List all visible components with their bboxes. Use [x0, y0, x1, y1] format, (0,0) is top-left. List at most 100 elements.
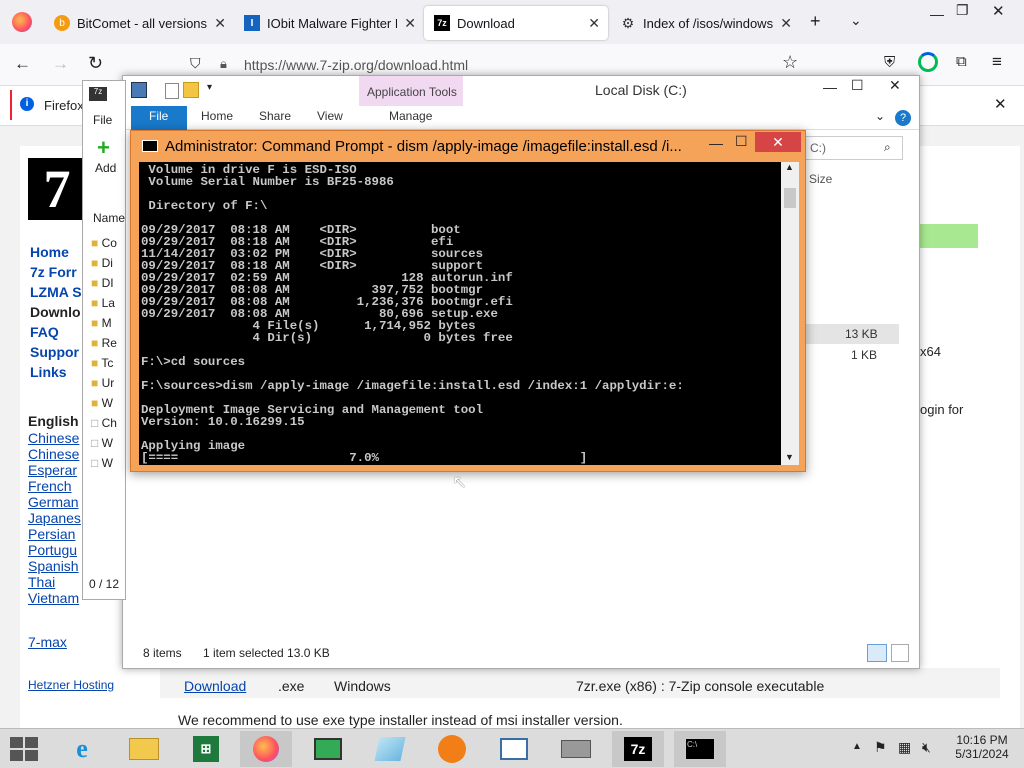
- list-item[interactable]: ■ Co: [91, 233, 125, 253]
- lang-link[interactable]: Chinese: [28, 446, 79, 462]
- back-icon[interactable]: ←: [14, 54, 31, 74]
- close-icon[interactable]: ✕: [780, 15, 792, 32]
- column-name[interactable]: Name: [93, 211, 125, 225]
- file-menu[interactable]: File: [93, 113, 112, 127]
- maximize-icon[interactable]: ☐: [851, 77, 864, 94]
- download-link[interactable]: Download: [184, 678, 246, 694]
- tab-share[interactable]: Share: [259, 109, 291, 123]
- task-manager-icon[interactable]: [302, 731, 354, 767]
- chevron-down-icon[interactable]: ⌄: [875, 109, 885, 123]
- tab-home[interactable]: Home: [201, 109, 233, 123]
- forward-icon[interactable]: →: [52, 54, 69, 74]
- scroll-thumb[interactable]: [784, 188, 796, 208]
- add-icon[interactable]: +: [97, 135, 110, 161]
- close-icon[interactable]: ✕: [214, 15, 226, 32]
- chevron-down-icon[interactable]: ▾: [207, 82, 212, 93]
- cmd-console[interactable]: Volume in drive F is ESD-ISO Volume Seri…: [139, 162, 781, 465]
- bookmark-star-icon[interactable]: ☆: [782, 52, 798, 73]
- new-folder-icon[interactable]: [183, 82, 199, 98]
- tab-view[interactable]: View: [317, 109, 343, 123]
- close-icon[interactable]: ✕: [889, 77, 901, 94]
- list-item[interactable]: □ Ch: [91, 413, 125, 433]
- start-button[interactable]: [10, 737, 38, 761]
- excel-icon[interactable]: ⊞: [180, 731, 232, 767]
- maximize-icon[interactable]: ☐: [735, 133, 748, 150]
- list-item[interactable]: ■ Ur: [91, 373, 125, 393]
- close-icon[interactable]: ✕: [588, 15, 600, 32]
- close-window-icon[interactable]: ✕: [992, 2, 1005, 20]
- menu-icon[interactable]: ≡: [992, 52, 1002, 72]
- close-notice-icon[interactable]: ✕: [994, 95, 1007, 113]
- minimize-icon[interactable]: —: [709, 135, 723, 151]
- minimize-icon[interactable]: —: [930, 6, 944, 22]
- extensions-puzzle-icon[interactable]: ⧉: [956, 53, 967, 70]
- column-size[interactable]: Size: [809, 172, 832, 186]
- reload-icon[interactable]: ↻: [88, 53, 103, 74]
- search-input[interactable]: C:) ⌕: [803, 136, 903, 160]
- 7zip-taskbar-icon[interactable]: 7z: [612, 731, 664, 767]
- lang-link[interactable]: Vietnam: [28, 590, 79, 606]
- shield-icon[interactable]: ⛉: [190, 55, 201, 72]
- network-icon[interactable]: ▦: [898, 739, 911, 756]
- close-icon[interactable]: ✕: [404, 15, 416, 32]
- lang-link[interactable]: French: [28, 478, 72, 494]
- lang-link[interactable]: Portugu: [28, 542, 77, 558]
- nav-home[interactable]: Home: [30, 244, 69, 260]
- lang-link[interactable]: Chinese: [28, 430, 79, 446]
- app-window-icon[interactable]: [488, 731, 540, 767]
- lang-link[interactable]: Thai: [28, 574, 55, 590]
- scroll-up-icon[interactable]: ▲: [785, 162, 794, 172]
- tab-manage[interactable]: Manage: [389, 109, 432, 123]
- clock[interactable]: 10:16 PM 5/31/2024: [950, 733, 1014, 761]
- link-hosting[interactable]: Hetzner Hosting: [28, 678, 114, 692]
- details-view-icon[interactable]: [867, 644, 887, 662]
- firefox-icon[interactable]: [240, 731, 292, 767]
- list-item[interactable]: ■ Re: [91, 333, 125, 353]
- new-tab-icon[interactable]: +: [810, 11, 821, 32]
- list-tabs-icon[interactable]: ⌄: [850, 12, 862, 29]
- scanner-icon[interactable]: [550, 731, 602, 767]
- tiles-view-icon[interactable]: [891, 644, 909, 662]
- link-7max[interactable]: 7-max: [28, 634, 67, 650]
- cmd-taskbar-icon[interactable]: C:\: [674, 731, 726, 767]
- notepad-icon[interactable]: [364, 731, 416, 767]
- nav-faq[interactable]: FAQ: [30, 324, 59, 340]
- nav-7z-format[interactable]: 7z Forr: [30, 264, 77, 280]
- list-item[interactable]: □ W: [91, 453, 125, 473]
- list-item[interactable]: ■ M: [91, 313, 125, 333]
- list-item[interactable]: ■ Di: [91, 253, 125, 273]
- nav-support[interactable]: Suppor: [30, 344, 79, 360]
- scroll-down-icon[interactable]: ▼: [785, 452, 794, 462]
- lang-link[interactable]: Esperar: [28, 462, 77, 478]
- nav-download[interactable]: Downlo: [30, 304, 81, 320]
- tab-iobit[interactable]: I IObit Malware Fighter Do ✕: [234, 6, 424, 40]
- cmd-scrollbar[interactable]: ▲ ▼: [781, 162, 799, 465]
- nav-lzma-sdk[interactable]: LZMA S: [30, 284, 82, 300]
- tab-bitcomet[interactable]: b BitComet - all versions a ✕: [44, 6, 234, 40]
- lang-link[interactable]: Spanish: [28, 558, 79, 574]
- list-item[interactable]: □ W: [91, 433, 125, 453]
- close-icon[interactable]: ✕: [755, 132, 801, 152]
- list-item[interactable]: ■ W: [91, 393, 125, 413]
- avast-icon[interactable]: [426, 731, 478, 767]
- minimize-icon[interactable]: —: [823, 79, 837, 95]
- help-icon[interactable]: ?: [895, 110, 911, 126]
- pocket-icon[interactable]: ⛨: [884, 54, 895, 71]
- file-explorer-icon[interactable]: [118, 731, 170, 767]
- action-center-flag-icon[interactable]: ⚑: [874, 739, 887, 756]
- tab-index-isos[interactable]: ⚙ Index of /isos/windows/ ✕: [610, 6, 800, 40]
- volume-muted-icon[interactable]: 🔇︎: [922, 739, 931, 756]
- lang-link[interactable]: German: [28, 494, 79, 510]
- list-item[interactable]: ■ DI: [91, 273, 125, 293]
- tab-download[interactable]: 7z Download ✕: [424, 6, 608, 40]
- list-item[interactable]: ■ Tc: [91, 353, 125, 373]
- restore-icon[interactable]: ❐: [956, 2, 969, 19]
- lang-link[interactable]: Japanes: [28, 510, 81, 526]
- lang-link[interactable]: Persian: [28, 526, 75, 542]
- properties-icon[interactable]: [165, 83, 179, 99]
- firefox-menu-icon[interactable]: [12, 12, 32, 32]
- extension-icon[interactable]: [918, 52, 938, 72]
- internet-explorer-icon[interactable]: e: [56, 731, 108, 767]
- lock-icon[interactable]: 🔒︎: [220, 56, 227, 72]
- tray-chevron-up-icon[interactable]: ▲: [852, 741, 862, 752]
